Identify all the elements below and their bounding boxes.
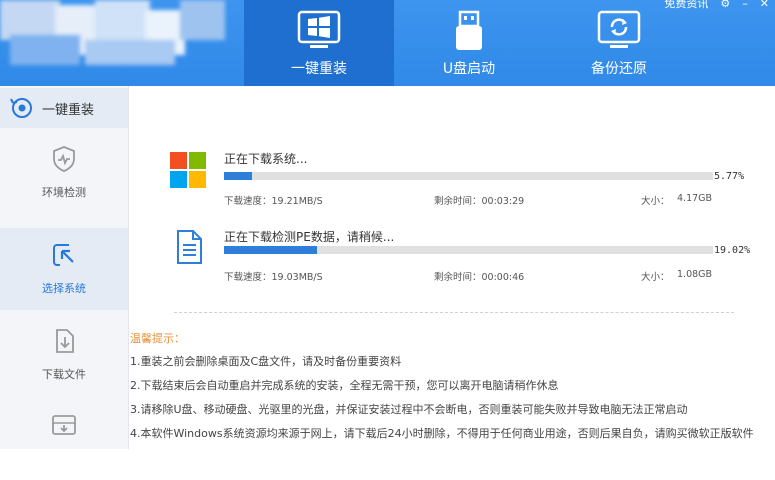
divider xyxy=(174,312,734,313)
cursor-select-icon xyxy=(53,244,74,266)
sidebar-item-select-system[interactable]: 选择系统 xyxy=(0,228,128,310)
sidebar-item-label: 选择系统 xyxy=(42,282,86,295)
tips-title: 温馨提示： xyxy=(130,332,185,345)
document-icon xyxy=(177,230,202,264)
download-title: 正在下载系统... xyxy=(224,152,308,166)
sidebar-item-label: 环境检测 xyxy=(42,186,86,199)
shield-pulse-icon xyxy=(53,146,75,172)
main-content: 正在下载系统... 5.77% 下载速度：19.21MB/S 剩余时间：00:0… xyxy=(129,86,775,449)
size-value: 1.08GB xyxy=(677,269,713,280)
remaining-time: 剩余时间：00:03:29 xyxy=(434,196,525,207)
tip-line: 4.本软件Windows系统资源均来源于网上，请下载后24小时删除，不得用于任何… xyxy=(130,427,754,440)
sidebar-item-install[interactable] xyxy=(0,398,128,480)
download-speed: 下载速度：19.03MB/S xyxy=(224,272,323,283)
progress-percent: 5.77% xyxy=(714,171,745,182)
windows-monitor-icon xyxy=(297,10,341,48)
tab-label: 一键重装 xyxy=(291,61,347,77)
tip-line: 1.重装之前会删除桌面及C盘文件，请及时备份重要资料 xyxy=(130,355,402,368)
install-box-icon xyxy=(52,415,76,435)
tab-label: U盘启动 xyxy=(442,61,496,77)
size-label: 大小： xyxy=(641,272,670,283)
tab-label: 备份还原 xyxy=(591,61,647,77)
tab-backup-restore[interactable]: 备份还原 xyxy=(544,0,694,86)
download-speed: 下载速度：19.21MB/S xyxy=(224,196,323,207)
progress-bar xyxy=(224,172,713,180)
backup-restore-icon xyxy=(597,10,641,48)
tab-reinstall[interactable]: 一键重装 xyxy=(244,0,394,86)
download-title: 正在下载检测PE数据，请稍候... xyxy=(224,230,395,244)
app-header: 一键重装 U盘启动 备份还原 免费资讯 ⚙ – ✕ xyxy=(0,0,775,86)
feedback-link[interactable]: 免费资讯 xyxy=(664,0,708,10)
progress-percent: 19.02% xyxy=(714,245,751,256)
size-label: 大小： xyxy=(641,196,670,207)
windows-logo-icon xyxy=(170,152,206,188)
download-file-icon xyxy=(56,329,74,353)
sidebar-item-download-file[interactable]: 下载文件 xyxy=(0,314,128,396)
tip-line: 2.下载结束后会自动重启并完成系统的安装，全程无需干预，您可以离开电脑请稍作休息 xyxy=(130,379,559,392)
sidebar-item-label: 下载文件 xyxy=(42,368,86,381)
progress-fill xyxy=(224,172,253,180)
sidebar-item-label: 一键重装 xyxy=(42,103,95,118)
reinstall-icon xyxy=(10,98,32,118)
minimize-button[interactable]: – xyxy=(742,0,748,10)
size-value: 4.17GB xyxy=(677,193,713,204)
tab-usb-boot[interactable]: U盘启动 xyxy=(394,0,544,86)
sidebar-item-reinstall[interactable]: 一键重装 xyxy=(0,88,128,128)
window-controls: 免费资讯 ⚙ – ✕ xyxy=(664,0,775,11)
usb-drive-icon xyxy=(456,10,482,50)
close-button[interactable]: ✕ xyxy=(760,0,769,10)
gear-icon[interactable]: ⚙ xyxy=(720,0,730,10)
app-logo xyxy=(0,0,232,72)
sidebar: 一键重装 环境检测 选择系统 下载文件 xyxy=(0,86,129,449)
sidebar-item-env-check[interactable]: 环境检测 xyxy=(0,132,128,214)
tip-line: 3.请移除U盘、移动硬盘、光驱里的光盘，并保证安装过程中不会断电，否则重装可能失… xyxy=(130,403,688,416)
progress-fill xyxy=(224,246,317,254)
progress-bar xyxy=(224,246,713,254)
remaining-time: 剩余时间：00:00:46 xyxy=(434,272,525,283)
